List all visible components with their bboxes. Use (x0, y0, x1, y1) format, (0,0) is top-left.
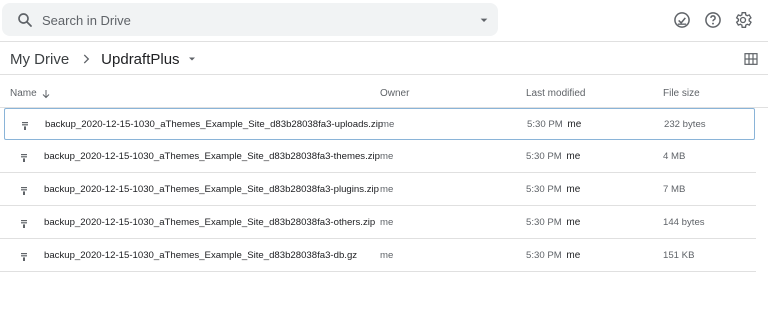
column-header-last-modified[interactable]: Last modified (526, 87, 585, 101)
column-header-file-size: File size (663, 88, 700, 99)
file-name[interactable]: backup_2020-12-15-1030_aThemes_Example_S… (44, 217, 375, 228)
zip-file-icon (21, 154, 27, 162)
file-row[interactable]: backup_2020-12-15-1030_aThemes_Example_S… (0, 141, 756, 173)
breadcrumb: My Drive UpdraftPlus (10, 49, 198, 69)
file-last-modified: 5:30 PM me (526, 151, 580, 162)
file-size: 7 MB (663, 184, 686, 195)
file-row[interactable]: backup_2020-12-15-1030_aThemes_Example_S… (0, 207, 756, 239)
file-name[interactable]: backup_2020-12-15-1030_aThemes_Example_S… (44, 151, 380, 162)
file-last-modified: 5:30 PM me (526, 250, 580, 261)
file-size: 232 bytes (664, 119, 706, 130)
search-input[interactable] (42, 11, 442, 29)
modified-time: 5:30 PM (527, 119, 563, 130)
modified-by: me (566, 217, 581, 228)
top-divider (0, 41, 768, 42)
modified-time: 5:30 PM (526, 250, 562, 261)
breadcrumb-divider (0, 74, 768, 75)
file-last-modified: 5:30 PM me (526, 217, 580, 228)
file-last-modified: 5:30 PM me (527, 119, 581, 130)
help-icon[interactable] (703, 10, 723, 30)
file-owner: me (381, 119, 395, 130)
file-name[interactable]: backup_2020-12-15-1030_aThemes_Example_S… (44, 250, 357, 261)
file-row[interactable]: backup_2020-12-15-1030_aThemes_Example_S… (0, 174, 756, 206)
search-icon[interactable] (16, 11, 34, 29)
archive-file-icon (21, 253, 27, 261)
file-size: 4 MB (663, 151, 686, 162)
sort-down-arrow-icon[interactable] (40, 87, 52, 101)
file-owner: me (380, 250, 394, 261)
chevron-right-icon (83, 54, 90, 64)
modified-by: me (566, 250, 581, 261)
zip-file-icon (21, 187, 27, 195)
top-bar (0, 0, 768, 40)
file-size: 144 bytes (663, 217, 705, 228)
file-owner: me (380, 151, 394, 162)
folder-menu-caret-icon[interactable] (186, 53, 198, 65)
modified-time: 5:30 PM (526, 151, 562, 162)
grid-view-icon[interactable] (743, 51, 759, 67)
column-header-name[interactable]: Name (10, 87, 37, 101)
file-row[interactable]: backup_2020-12-15-1030_aThemes_Example_S… (0, 240, 756, 272)
settings-icon[interactable] (733, 10, 753, 30)
modified-by: me (566, 184, 581, 195)
modified-time: 5:30 PM (526, 217, 562, 228)
search-options-icon[interactable] (476, 12, 492, 28)
modified-by: me (566, 151, 581, 162)
column-header-owner: Owner (380, 88, 410, 99)
modified-by: me (567, 119, 582, 130)
file-row[interactable]: backup_2020-12-15-1030_aThemes_Example_S… (4, 108, 755, 140)
file-last-modified: 5:30 PM me (526, 184, 580, 195)
zip-file-icon (21, 220, 27, 228)
offline-ready-icon[interactable] (672, 10, 692, 30)
file-size: 151 KB (663, 250, 695, 261)
file-owner: me (380, 217, 394, 228)
file-name[interactable]: backup_2020-12-15-1030_aThemes_Example_S… (44, 184, 379, 195)
breadcrumb-current-folder[interactable]: UpdraftPlus (101, 51, 179, 68)
zip-file-icon (21, 121, 29, 131)
file-owner: me (380, 184, 394, 195)
search-bar[interactable] (2, 3, 498, 36)
breadcrumb-my-drive[interactable]: My Drive (10, 51, 69, 68)
file-name[interactable]: backup_2020-12-15-1030_aThemes_Example_S… (45, 119, 383, 130)
modified-time: 5:30 PM (526, 184, 562, 195)
